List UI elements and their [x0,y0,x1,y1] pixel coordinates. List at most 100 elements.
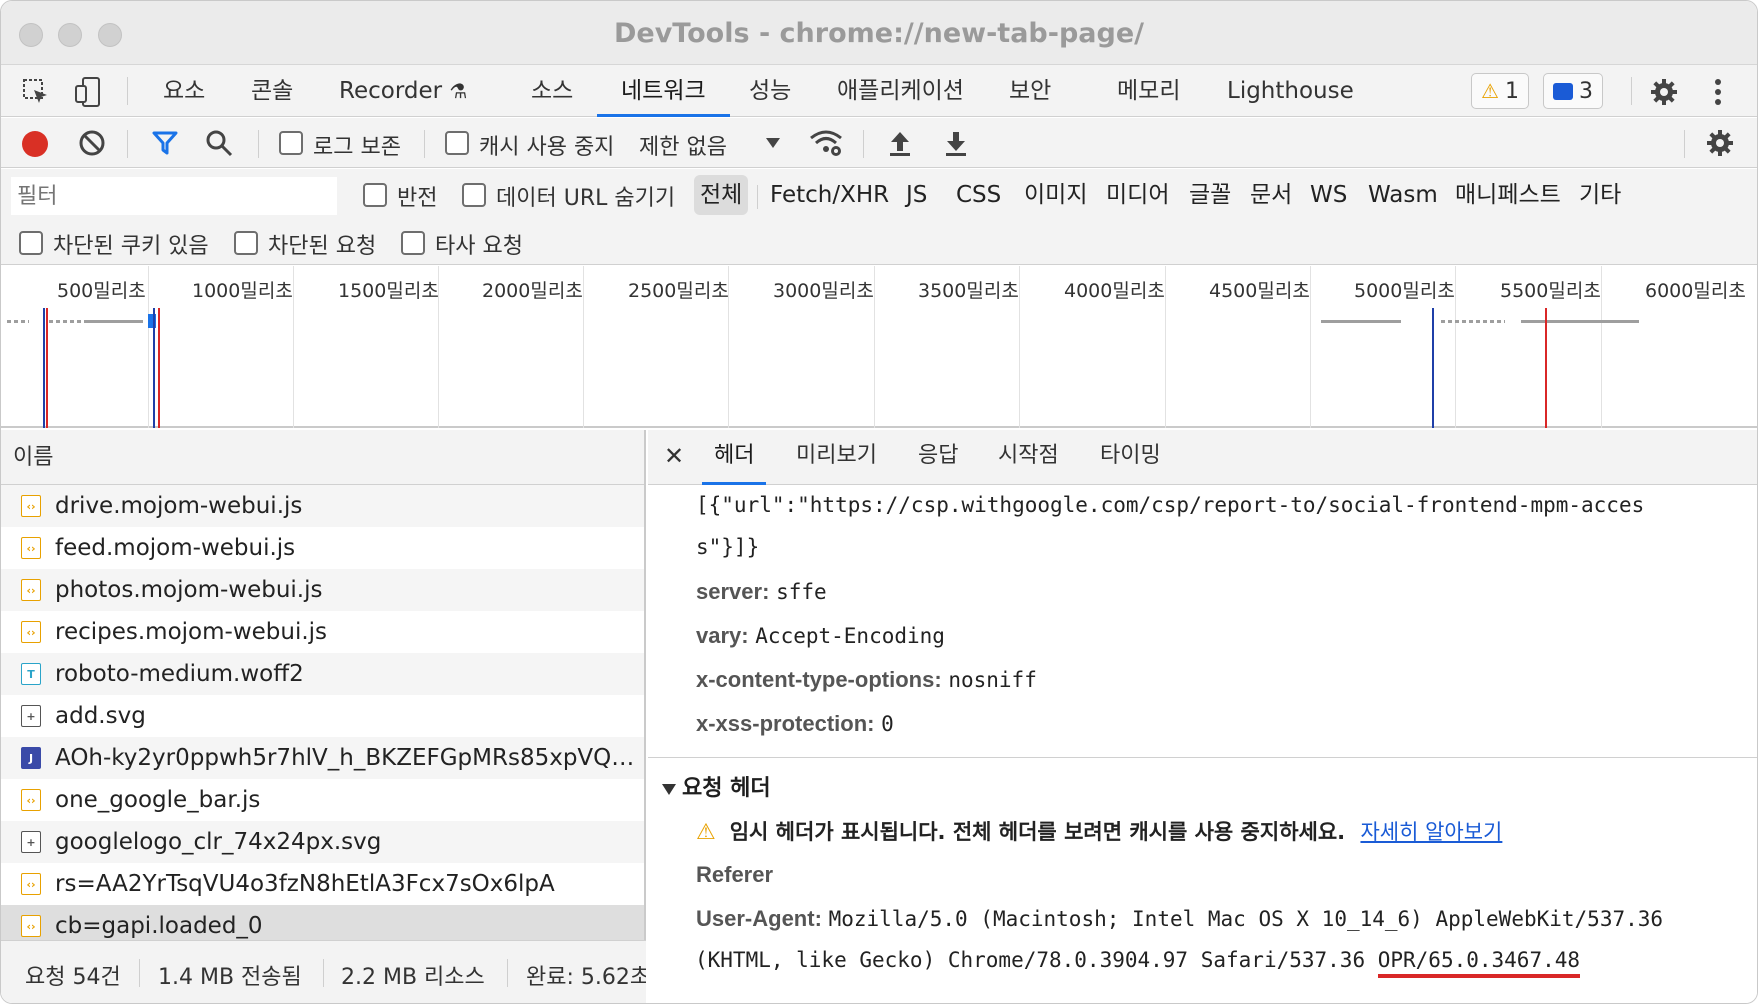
third-party-checkbox[interactable] [401,231,425,255]
request-row[interactable]: ‹› cb=gapi.loaded_0 [1,905,644,940]
finish-time: 완료: 5.62초 [526,965,646,990]
js-file-icon: ‹› [21,789,41,811]
blocked-requests-checkbox[interactable] [234,231,258,255]
timeline-request-bar [85,320,143,323]
request-row[interactable]: J AOh-ky2yr0ppwh5r7hlV_h_BKZEFGpMRs85xpVQ… [1,737,644,779]
request-name: roboto-medium.woff2 [55,661,304,687]
tab-recorder[interactable]: Recorder ⚗ [339,65,467,117]
opr-version-highlight: OPR/65.0.3467.48 [1377,948,1581,978]
triangle-down-icon [662,783,676,795]
settings-gear-icon[interactable] [1647,75,1681,109]
messages-badge[interactable]: 3 [1543,73,1603,109]
filter-type-ws[interactable]: WS [1304,175,1353,215]
inspect-element-icon[interactable] [19,75,53,109]
network-toolbar: 로그 보존 캐시 사용 중지 제한 없음 [1,118,1757,168]
request-row[interactable]: + googlelogo_clr_74x24px.svg [1,821,644,863]
tab-console[interactable]: 콘솔 [251,65,293,117]
preserve-log-checkbox[interactable] [279,131,303,155]
request-name: cb=gapi.loaded_0 [55,913,263,939]
tab-headers[interactable]: 헤더 [702,430,767,485]
tab-timing[interactable]: 타이밍 [1100,430,1161,485]
record-button[interactable] [22,131,48,157]
request-row[interactable]: Troboto-medium.woff2 [1,653,644,695]
filter-bar: 반전 데이터 URL 숨기기 전체 Fetch/XHR JS CSS 이미지 미… [1,169,1757,265]
filter-type-media[interactable]: 미디어 [1100,175,1175,215]
search-icon[interactable] [202,126,236,160]
tab-network[interactable]: 네트워크 [597,65,730,117]
import-har-icon[interactable] [883,126,917,160]
header-row-vary: vary: Accept-Encoding [696,623,945,648]
filter-type-wasm[interactable]: Wasm [1362,175,1444,215]
user-agent-value-cont: (KHTML, like Gecko) Chrome/78.0.3904.97 … [695,948,1581,978]
device-toolbar-icon[interactable] [71,75,105,109]
preserve-log-label: 로그 보존 [313,135,401,160]
request-row[interactable]: ‹› rs=AA2YrTsqVU4o3fzN8hEtlA3Fcx7sOx6lpA [1,863,644,905]
chevron-down-icon[interactable] [766,138,780,148]
divider [424,130,425,158]
request-headers-section-toggle[interactable]: 요청 헤더 [662,770,771,802]
learn-more-link[interactable]: 자세히 알아보기 [1360,820,1502,844]
request-name: feed.mojom-webui.js [55,535,296,561]
more-options-icon[interactable] [1701,75,1735,109]
disable-cache-checkbox[interactable] [445,131,469,155]
filter-type-other[interactable]: 기타 [1573,175,1627,215]
filter-type-js[interactable]: JS [900,175,933,215]
filter-type-css[interactable]: CSS [950,175,1007,215]
filter-type-fetch-xhr[interactable]: Fetch/XHR [764,175,895,215]
message-icon [1553,82,1573,100]
blocked-cookies-checkbox[interactable] [19,231,43,255]
tab-memory[interactable]: 메모리 [1117,65,1180,117]
js-file-icon: ‹› [21,579,41,601]
export-har-icon[interactable] [939,126,973,160]
tab-preview[interactable]: 미리보기 [796,430,877,485]
report-to-value-cont: s"}]} [696,535,760,559]
request-row[interactable]: ‹› feed.mojom-webui.js [1,527,644,569]
timeline-tick-label: 6000밀리초 [1645,280,1746,302]
tab-response[interactable]: 응답 [918,430,958,485]
invert-checkbox[interactable] [363,183,387,207]
tab-initiator[interactable]: 시작점 [998,430,1059,485]
tab-application[interactable]: 애플리케이션 [837,65,964,117]
tab-performance[interactable]: 성능 [749,65,791,117]
img-file-icon: J [21,747,41,769]
flask-icon: ⚗ [449,79,468,103]
section-divider [648,757,1757,758]
filter-type-all[interactable]: 전체 [694,175,749,215]
request-row[interactable]: ‹› photos.mojom-webui.js [1,569,644,611]
filter-type-doc[interactable]: 문서 [1244,175,1298,215]
filter-icon[interactable] [148,126,182,160]
request-name: one_google_bar.js [55,787,261,813]
filter-input[interactable] [11,177,337,215]
request-row[interactable]: ‹› drive.mojom-webui.js [1,485,644,527]
close-details-icon[interactable]: ✕ [664,430,684,485]
tab-lighthouse[interactable]: Lighthouse [1227,65,1354,117]
title-bar: DevTools - chrome://new-tab-page/ [1,1,1757,65]
network-settings-gear-icon[interactable] [1703,126,1737,160]
dom-content-loaded-marker [153,308,155,428]
report-to-value: [{"url":"https://csp.withgoogle.com/csp/… [696,493,1645,517]
hide-data-urls-checkbox[interactable] [462,183,486,207]
clear-icon[interactable] [75,126,109,160]
request-name: rs=AA2YrTsqVU4o3fzN8hEtlA3Fcx7sOx6lpA [55,871,555,897]
request-row[interactable]: + add.svg [1,695,644,737]
header-row-user-agent: User-Agent: Mozilla/5.0 (Macintosh; Inte… [696,906,1664,931]
name-column-header[interactable]: 이름 [1,430,644,485]
tab-elements[interactable]: 요소 [163,65,205,117]
throttling-select[interactable]: 제한 없음 [639,129,727,161]
request-name: photos.mojom-webui.js [55,577,323,603]
request-count: 요청 54건 [25,965,121,990]
request-name: googlelogo_clr_74x24px.svg [55,829,382,855]
warnings-badge[interactable]: ⚠ 1 [1471,73,1529,109]
request-row[interactable]: ‹› recipes.mojom-webui.js [1,611,644,653]
timeline-request-bar [1441,320,1505,323]
divider [1684,130,1685,158]
tab-sources[interactable]: 소스 [531,65,573,117]
filter-type-font[interactable]: 글꼴 [1183,175,1237,215]
network-conditions-icon[interactable] [809,126,843,160]
request-row[interactable]: ‹› one_google_bar.js [1,779,644,821]
network-overview-timeline[interactable]: 500밀리초 1000밀리초 1500밀리초 2000밀리초 2500밀리초 3… [1,266,1757,428]
filter-type-manifest[interactable]: 매니페스트 [1449,175,1567,215]
filter-type-img[interactable]: 이미지 [1018,175,1093,215]
tab-security[interactable]: 보안 [1009,65,1051,117]
warning-icon: ⚠ [1481,79,1499,103]
